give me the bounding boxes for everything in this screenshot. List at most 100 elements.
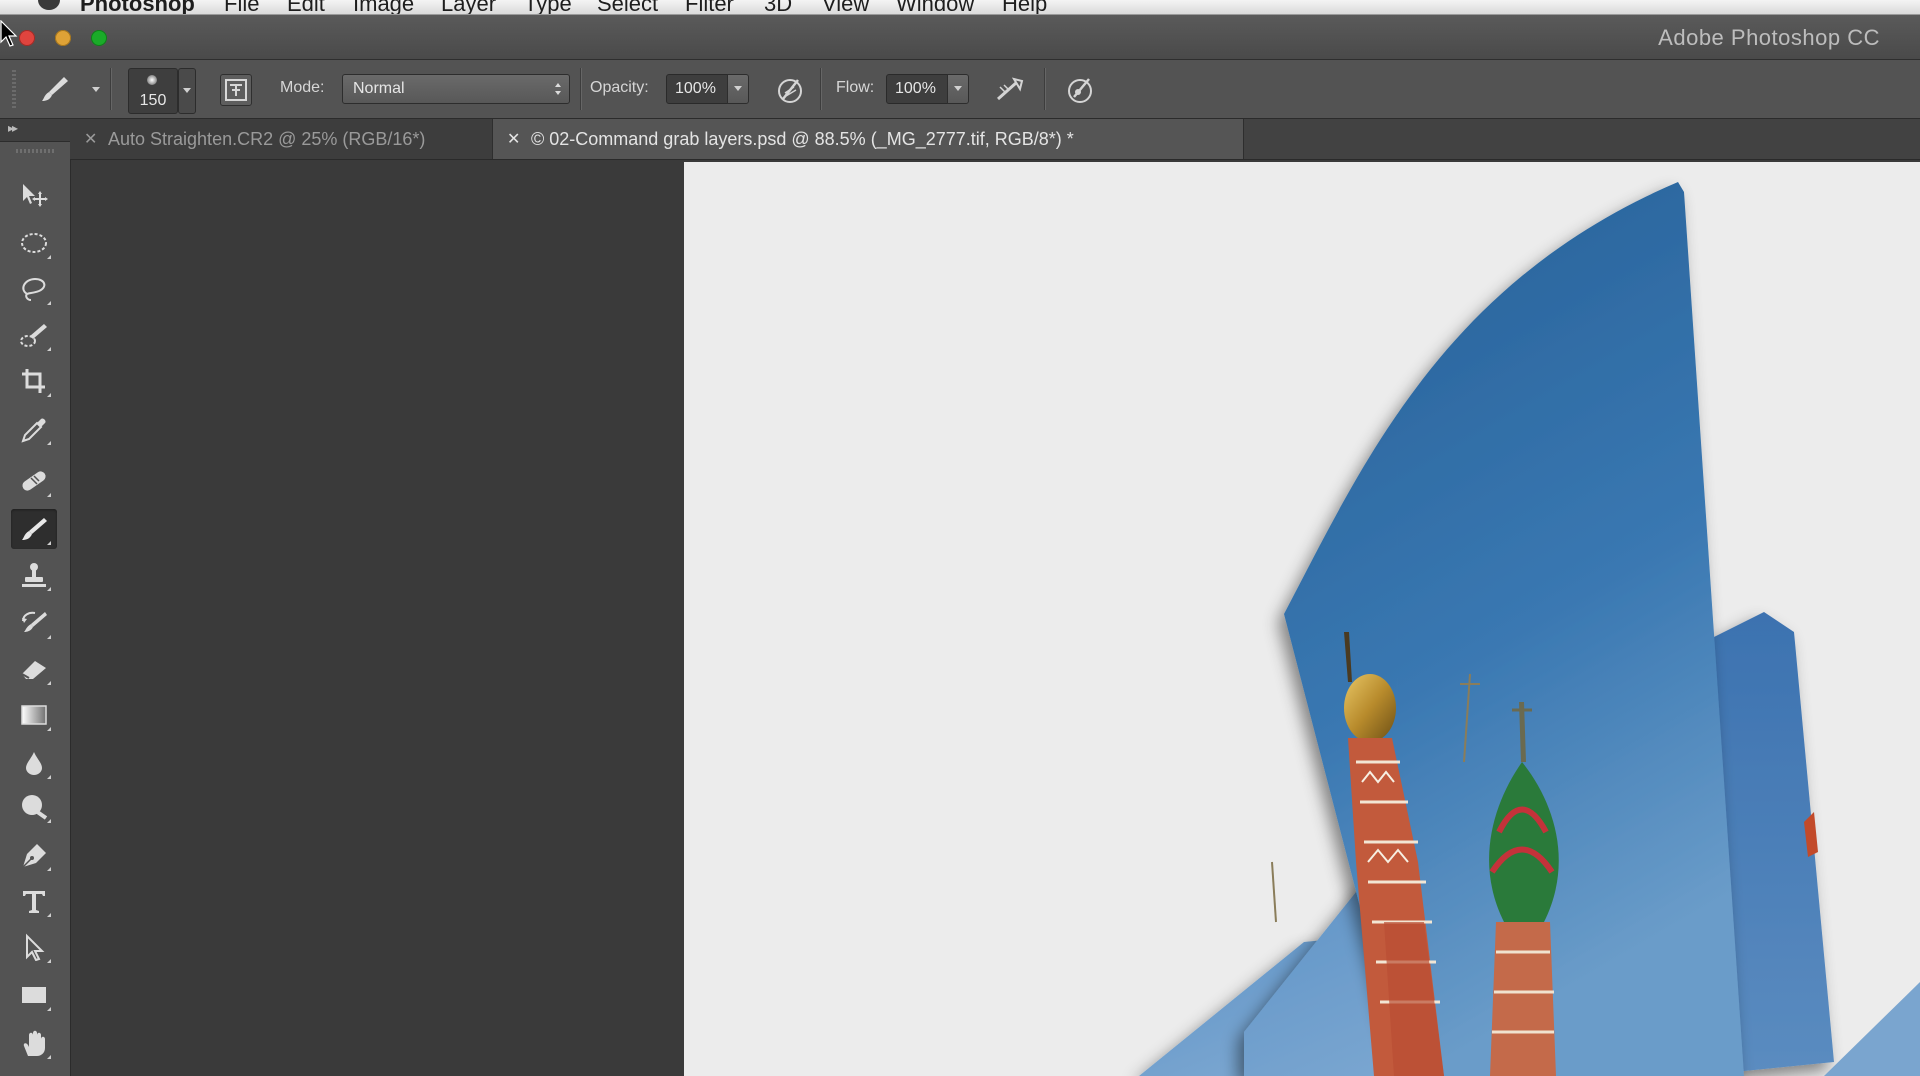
- type-tool[interactable]: [11, 881, 57, 921]
- menu-file[interactable]: File: [224, 0, 259, 14]
- tool-flyout-icon: [47, 441, 51, 445]
- tool-preset-picker[interactable]: [38, 73, 100, 105]
- brush-panel-icon: [225, 79, 247, 101]
- chevron-down-icon: [734, 86, 742, 91]
- rectangle-shape-icon: [22, 987, 46, 1003]
- tool-flyout-icon: [47, 635, 51, 639]
- eraser-tool[interactable]: [11, 649, 57, 689]
- divider: [1044, 68, 1045, 110]
- crop-tool[interactable]: [11, 361, 57, 401]
- close-window-button[interactable]: [19, 30, 35, 46]
- dodge-tool[interactable]: [11, 787, 57, 827]
- divider: [820, 68, 821, 110]
- menu-filter[interactable]: Filter: [685, 0, 734, 14]
- minimize-window-button[interactable]: [55, 30, 71, 46]
- clone-stamp-tool[interactable]: [11, 555, 57, 595]
- tools-panel: ▸▸: [0, 119, 71, 1076]
- brush-icon: [22, 518, 47, 540]
- crop-icon: [22, 369, 45, 393]
- eraser-icon: [21, 661, 46, 679]
- pressure-size-button[interactable]: [1064, 73, 1096, 105]
- airbrush-icon: [997, 77, 1024, 101]
- tool-flyout-icon: [47, 913, 51, 917]
- close-tab-icon[interactable]: ✕: [507, 129, 520, 149]
- apple-menu-icon[interactable]: [38, 0, 60, 10]
- rectangle-tool[interactable]: [11, 975, 57, 1015]
- options-bar: 150 Mode: Normal Opacity: 100% Flow: 100…: [0, 60, 1920, 119]
- close-tab-icon[interactable]: ✕: [84, 129, 97, 149]
- healing-bandage-icon: [22, 471, 46, 491]
- quick-selection-icon: [20, 324, 47, 347]
- move-tool[interactable]: [11, 175, 57, 215]
- brush-preset-dropdown[interactable]: [178, 68, 196, 114]
- document-tab-command-grab-layers[interactable]: ✕ © 02-Command grab layers.psd @ 88.5% (…: [492, 119, 1244, 159]
- document-tab-bar: ✕ Auto Straighten.CR2 @ 25% (RGB/16*) ✕ …: [70, 119, 1920, 160]
- mode-select[interactable]: Normal: [342, 74, 570, 104]
- canvas-artwork: [1139, 182, 1920, 1076]
- gradient-icon: [21, 705, 47, 725]
- pen-tool[interactable]: [11, 835, 57, 875]
- mode-label: Mode:: [280, 79, 325, 96]
- menu-type[interactable]: Type: [524, 0, 572, 14]
- move-tool-icon: [23, 184, 48, 207]
- path-selection-tool[interactable]: [11, 927, 57, 967]
- tool-flyout-icon: [47, 959, 51, 963]
- tool-flyout-icon: [47, 347, 51, 351]
- menu-select[interactable]: Select: [597, 0, 658, 14]
- pressure-opacity-button[interactable]: [774, 73, 806, 105]
- mode-value: Normal: [353, 80, 405, 97]
- opacity-slider-dropdown[interactable]: [727, 74, 749, 104]
- chevron-down-icon: [92, 87, 100, 92]
- tools-panel-header[interactable]: ▸▸: [0, 119, 70, 142]
- menu-edit[interactable]: Edit: [287, 0, 325, 14]
- menu-image[interactable]: Image: [353, 0, 414, 14]
- brush-preset-picker[interactable]: 150: [128, 68, 178, 114]
- gradient-tool[interactable]: [11, 695, 57, 735]
- flow-value: 100%: [895, 80, 936, 97]
- chevron-down-icon: [954, 86, 962, 91]
- expand-panel-icon[interactable]: ▸▸: [8, 121, 18, 135]
- options-bar-grip[interactable]: [12, 70, 16, 108]
- lasso-tool[interactable]: [11, 269, 57, 309]
- flow-input[interactable]: 100%: [886, 74, 948, 104]
- menu-photoshop[interactable]: Photoshop: [80, 0, 195, 14]
- eyedropper-icon: [21, 418, 46, 443]
- menu-layer[interactable]: Layer: [441, 0, 496, 14]
- opacity-label: Opacity:: [590, 79, 649, 96]
- document-tab-label: © 02-Command grab layers.psd @ 88.5% (_M…: [531, 129, 1074, 149]
- menu-help[interactable]: Help: [1002, 0, 1047, 14]
- quick-selection-tool[interactable]: [11, 315, 57, 355]
- tool-flyout-icon: [47, 775, 51, 779]
- pressure-size-icon: [1068, 78, 1092, 103]
- menu-view[interactable]: View: [822, 0, 869, 14]
- eyedropper-tool[interactable]: [11, 409, 57, 449]
- elliptical-marquee-tool[interactable]: [11, 223, 57, 263]
- dodge-icon: [22, 795, 48, 820]
- lasso-icon: [22, 277, 46, 301]
- type-t-icon: [23, 891, 45, 913]
- menu-window[interactable]: Window: [896, 0, 974, 14]
- flow-slider-dropdown[interactable]: [947, 74, 969, 104]
- zoom-window-button[interactable]: [91, 30, 107, 46]
- hand-tool[interactable]: [11, 1023, 57, 1063]
- tool-flyout-icon: [47, 393, 51, 397]
- mac-menubar: Photoshop File Edit Image Layer Type Sel…: [0, 0, 1920, 15]
- photoshop-window: Photoshop File Edit Image Layer Type Sel…: [0, 0, 1920, 1076]
- toggle-brush-panel-button[interactable]: [220, 74, 252, 106]
- elliptical-marquee-icon: [21, 233, 47, 253]
- pressure-opacity-icon: [778, 79, 802, 103]
- tool-flyout-icon: [47, 255, 51, 259]
- chevron-down-icon: [183, 88, 191, 93]
- blur-tool[interactable]: [11, 743, 57, 783]
- brush-tool[interactable]: [11, 509, 57, 549]
- spot-healing-brush-tool[interactable]: [11, 461, 57, 501]
- title-bar: Adobe Photoshop CC: [0, 15, 1920, 60]
- divider: [110, 68, 111, 110]
- opacity-input[interactable]: 100%: [666, 74, 728, 104]
- document-canvas[interactable]: [684, 162, 1920, 1076]
- document-tab-auto-straighten[interactable]: ✕ Auto Straighten.CR2 @ 25% (RGB/16*): [70, 119, 492, 159]
- tools-panel-grip[interactable]: [16, 149, 54, 153]
- history-brush-tool[interactable]: [11, 603, 57, 643]
- airbrush-button[interactable]: [994, 73, 1026, 105]
- menu-3d[interactable]: 3D: [764, 0, 792, 14]
